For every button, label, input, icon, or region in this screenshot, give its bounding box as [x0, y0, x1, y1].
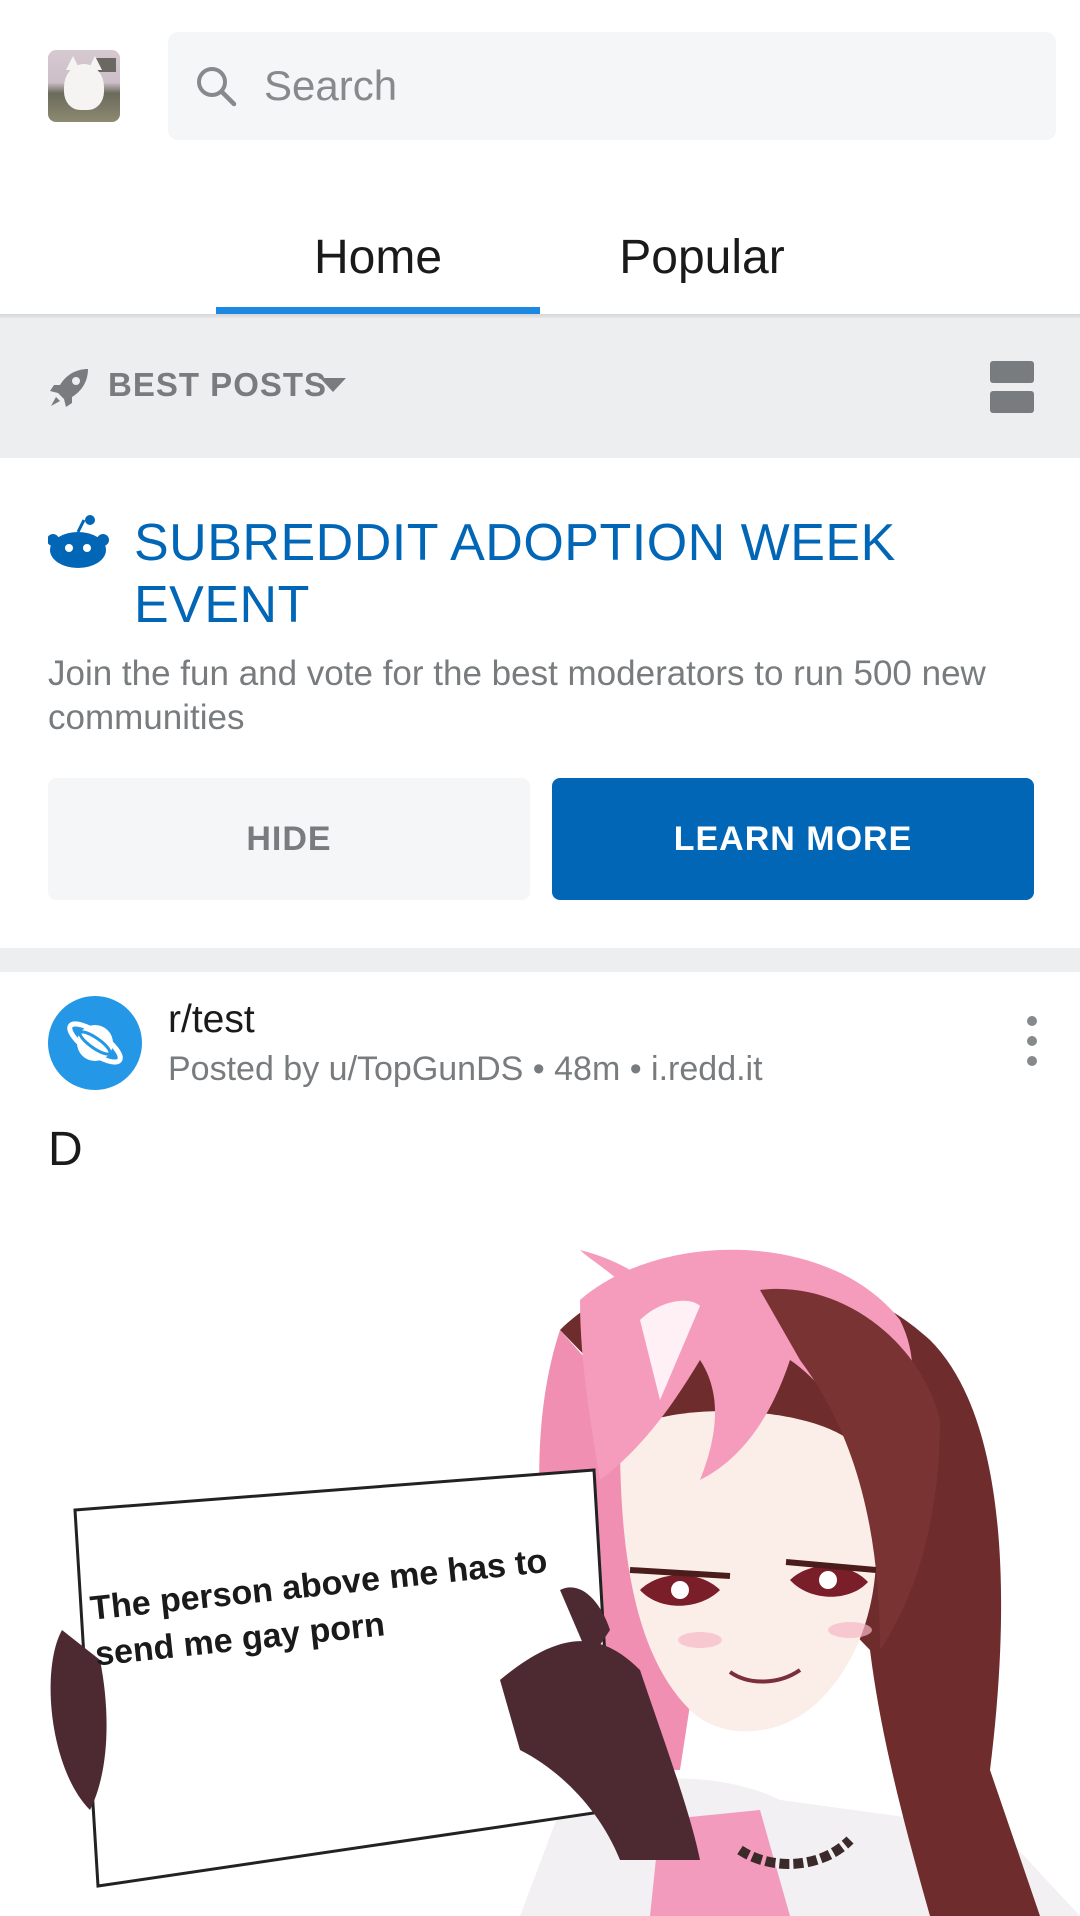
reddit-home-screen: Home Popular BEST POSTS SUBREDDIT ADOPTI…: [0, 0, 1080, 1916]
subreddit-avatar[interactable]: [48, 996, 142, 1090]
event-description: Join the fun and vote for the best moder…: [48, 654, 986, 737]
hide-button[interactable]: HIDE: [48, 778, 530, 900]
subreddit-name[interactable]: r/test: [168, 998, 255, 1042]
section-divider: [0, 948, 1080, 972]
more-options-icon[interactable]: [1020, 1016, 1044, 1066]
event-title[interactable]: SUBREDDIT ADOPTION WEEK EVENT: [134, 512, 1034, 636]
search-input[interactable]: [264, 32, 1024, 140]
feed-tabs: Home Popular: [0, 200, 1080, 314]
tab-popular[interactable]: Popular: [540, 200, 864, 314]
user-avatar[interactable]: [48, 50, 120, 122]
card-layout-icon[interactable]: [990, 361, 1034, 413]
top-bar: [0, 0, 1080, 170]
learn-more-button[interactable]: LEARN MORE: [552, 778, 1034, 900]
tab-home[interactable]: Home: [216, 200, 540, 314]
post-meta: Posted by u/TopGunDS • 48m • i.redd.it: [168, 1050, 763, 1088]
planet-icon: [67, 1021, 123, 1065]
chevron-down-icon[interactable]: [320, 378, 346, 392]
snoo-icon: [48, 515, 109, 568]
post-title[interactable]: D: [48, 1122, 83, 1177]
active-tab-indicator: [216, 307, 540, 314]
search-bar[interactable]: [168, 32, 1056, 140]
post-image[interactable]: The person above me has to send me gay p…: [0, 1210, 1080, 1916]
rocket-icon: [50, 369, 88, 407]
sort-dropdown[interactable]: BEST POSTS: [108, 366, 327, 404]
search-icon: [197, 67, 237, 107]
